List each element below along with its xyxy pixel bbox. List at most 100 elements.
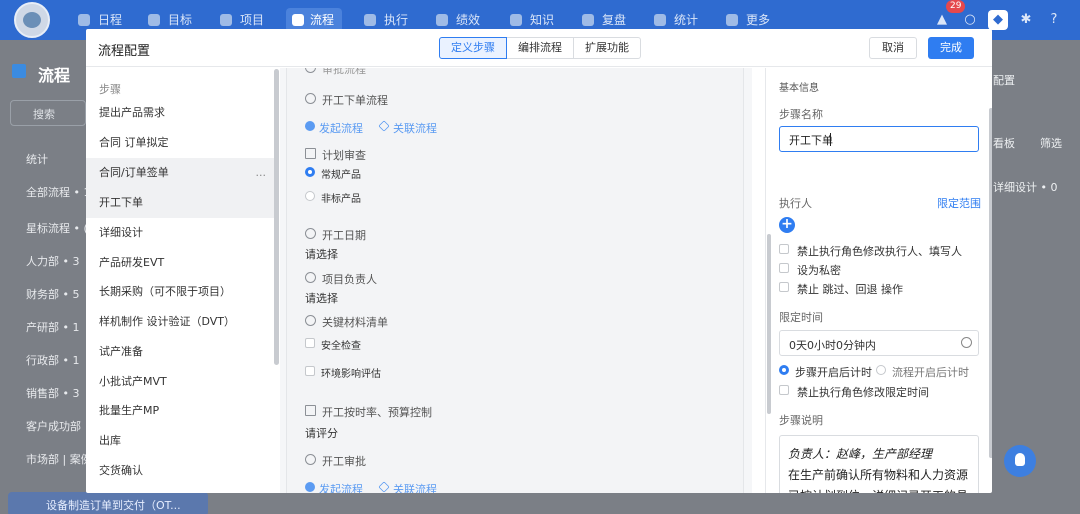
steps-scrollbar[interactable] — [274, 69, 279, 365]
nav-label: 日程 — [98, 13, 123, 27]
step-item[interactable]: 合同 订单拟定 — [86, 128, 274, 158]
step-item[interactable]: 样机制作 设计验证（DVT） — [86, 307, 274, 337]
tab-define-steps[interactable]: 定义步骤 — [439, 37, 507, 59]
option-label: 安全检查 — [321, 341, 361, 352]
section-start-date: 开工日期 — [305, 227, 366, 243]
plus-circle-icon — [305, 482, 315, 492]
sidebar-group[interactable]: 产研部 • 1 — [0, 318, 86, 351]
section-top: 审批流程 — [305, 68, 366, 77]
rating-value[interactable]: 请评分 — [305, 425, 338, 441]
flow-icon — [305, 454, 316, 465]
checkbox-option[interactable]: 设为私密 — [779, 262, 841, 278]
search-icon[interactable]: ○ — [960, 10, 980, 30]
search-input[interactable]: 搜索 — [10, 100, 86, 126]
start-date-value[interactable]: 请选择 — [305, 246, 338, 262]
calendar-icon — [78, 14, 90, 26]
step-item-selected[interactable]: 开工下单 — [86, 188, 274, 218]
sidebar-item-all[interactable]: 全部流程 • 1 — [0, 183, 86, 219]
radio-option[interactable]: 流程开启后计时 — [876, 364, 969, 380]
radio-option[interactable]: 常规产品 — [305, 166, 361, 181]
gear-icon[interactable]: ✱ — [1016, 10, 1036, 30]
dialog-header: 流程配置 定义步骤 编排流程 扩展功能 取消 完成 — [86, 29, 992, 67]
limit-scope-link[interactable]: 限定范围 — [937, 195, 981, 211]
sidebar-group[interactable]: 行政部 • 1 — [0, 351, 86, 384]
app-logo[interactable] — [14, 2, 50, 38]
tab-extensions[interactable]: 扩展功能 — [573, 37, 641, 59]
link-icon — [378, 120, 390, 132]
link-icon — [378, 481, 390, 493]
step-item[interactable]: 合同/订单签单... — [86, 158, 274, 188]
bar-chart-icon — [305, 405, 316, 416]
sidebar-group[interactable]: 财务部 • 5 — [0, 285, 86, 318]
step-item[interactable]: 交货确认 — [86, 456, 274, 486]
nav-label: 流程 — [310, 13, 335, 27]
project-owner-value[interactable]: 请选择 — [305, 290, 338, 306]
section-material-list: 关键材料清单 — [305, 314, 388, 330]
help-icon[interactable]: ? — [1044, 10, 1064, 30]
step-item[interactable]: 试产准备 — [86, 337, 274, 367]
step-item[interactable]: 批量生产MP — [86, 396, 274, 426]
section-plan-review: 计划审查 — [305, 147, 366, 163]
board-button[interactable]: 看板 — [993, 135, 1015, 151]
user-icon — [305, 272, 316, 283]
step-settings-panel: 基本信息 步骤名称 开工下单 执行人 限定范围 + 禁止执行角色修改执行人、填写… — [765, 68, 992, 493]
checkbox — [779, 244, 789, 254]
nav-label: 统计 — [674, 13, 699, 27]
config-button[interactable]: 配置 — [993, 72, 1015, 88]
approval-start-link[interactable]: 发起流程 — [305, 481, 363, 493]
cancel-button[interactable]: 取消 — [869, 37, 917, 59]
step-desc-editor[interactable]: 负责人：赵峰，生产部经理 在生产前确认所有物料和人力资源已按计划到位。详细记录开… — [779, 435, 979, 493]
option-label: 禁止执行角色修改执行人、填写人 — [797, 245, 962, 258]
link-flow-link[interactable]: 关联流程 — [378, 120, 437, 136]
section-icon — [305, 68, 316, 73]
start-flow-link[interactable]: 发起流程 — [305, 120, 363, 136]
checkbox-option[interactable]: 安全检查 — [305, 337, 361, 352]
sidebar-group[interactable]: 客户成功部 — [0, 417, 86, 450]
step-item[interactable]: 小批试产MVT — [86, 367, 274, 397]
step-item[interactable]: 提出产品需求 — [86, 98, 274, 128]
notification-badge: 29 — [946, 0, 966, 13]
nav-label: 复盘 — [602, 13, 627, 27]
add-executor-button[interactable]: + — [779, 217, 795, 233]
settings-scrollbar[interactable] — [989, 108, 992, 458]
desc-body: 在生产前确认所有物料和人力资源已按计划到位。详细记录开工的具体日期和相关的前置条… — [788, 468, 969, 493]
checkbox-option[interactable]: 环境影响评估 — [305, 365, 381, 380]
sidebar-group[interactable]: 销售部 • 3 — [0, 384, 86, 417]
step-item[interactable]: 详细设计 — [86, 218, 274, 248]
sidebar-group[interactable]: 星标流程 • ( — [0, 219, 86, 252]
cube-icon — [220, 14, 232, 26]
step-item[interactable]: 出库 — [86, 426, 274, 456]
checkbox-option[interactable]: 禁止执行角色修改执行人、填写人 — [779, 243, 962, 259]
time-limit-value: 0天0小时0分钟内 — [789, 339, 876, 352]
more-icon[interactable]: ... — [256, 158, 267, 188]
checkbox-option[interactable]: 禁止执行角色修改限定时间 — [779, 384, 929, 400]
assistant-button[interactable] — [1004, 445, 1036, 477]
bell-icon[interactable]: ▲ — [932, 10, 952, 30]
plus-circle-icon — [305, 121, 315, 131]
time-limit-input[interactable]: 0天0小时0分钟内 — [779, 330, 979, 356]
filter-button[interactable]: 筛选 — [1040, 135, 1062, 151]
background-sidebar: 统计 全部流程 • 1 星标流程 • ( 人力部 • 3 财务部 • 5 产研部… — [0, 150, 86, 483]
sidebar-item-flow[interactable]: 设备制造订单到交付（OT... — [8, 492, 208, 514]
link-label: 关联流程 — [393, 483, 437, 493]
checkbox-option[interactable]: 禁止 跳过、回退 操作 — [779, 281, 903, 297]
desc-owner: 负责人：赵峰，生产部经理 — [788, 447, 933, 461]
list-icon — [364, 14, 376, 26]
step-item[interactable]: 产品研发EVT — [86, 248, 274, 278]
step-item[interactable]: 长期采购（可不限于项目） — [86, 277, 274, 307]
flow-icon — [12, 64, 26, 78]
tab-arrange-flow[interactable]: 编排流程 — [506, 37, 574, 59]
sidebar-group[interactable]: 市场部 | 案例 — [0, 450, 86, 483]
done-button[interactable]: 完成 — [928, 37, 974, 59]
time-limit-label: 限定时间 — [779, 311, 823, 324]
nav-label: 执行 — [384, 13, 409, 27]
step-name-input[interactable]: 开工下单 — [779, 126, 979, 152]
radio-option[interactable]: 非标产品 — [305, 190, 361, 205]
option-label: 非标产品 — [321, 194, 361, 205]
sidebar-group[interactable]: 人力部 • 3 — [0, 252, 86, 285]
sidebar-item-stats[interactable]: 统计 — [0, 150, 86, 183]
radio-option[interactable]: 步骤开启后计时 — [779, 364, 872, 380]
shield-icon[interactable]: ◆ — [988, 10, 1008, 30]
approval-link-link[interactable]: 关联流程 — [378, 481, 437, 493]
page-title: 流程 — [38, 66, 71, 85]
